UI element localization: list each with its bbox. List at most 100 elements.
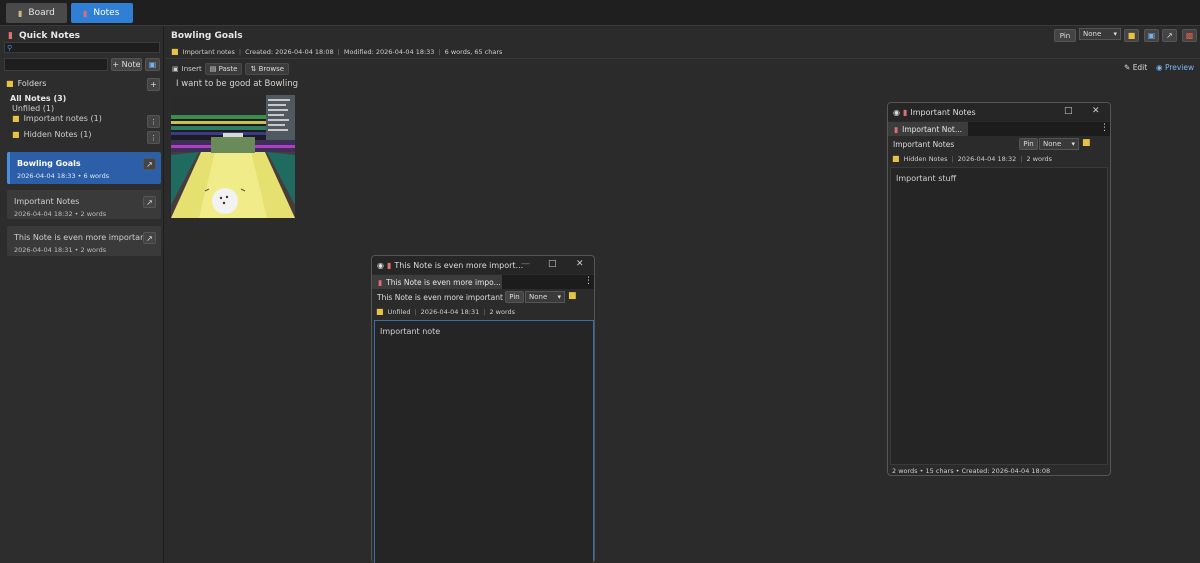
- note-card-meta: 2026-04-04 18:33 • 6 words: [17, 172, 110, 180]
- trash-icon: ▩: [1185, 31, 1194, 40]
- note-icon: ▮: [386, 260, 392, 270]
- browse-button[interactable]: ⇅ Browse: [245, 63, 290, 75]
- window-folder[interactable]: Unfiled: [388, 308, 411, 316]
- window-editor[interactable]: Important stuff: [890, 167, 1108, 465]
- note-card-meta: 2026-04-04 18:31 • 2 words: [14, 246, 107, 254]
- open-note-button[interactable]: ↗: [143, 196, 156, 208]
- open-note-button[interactable]: ↗: [143, 232, 156, 244]
- floating-window-even-more-important: ◉ ▮ This Note is even more import... — □…: [371, 255, 595, 563]
- note-card-title: This Note is even more important: [14, 233, 149, 242]
- insert-toolbar: ▣ Insert ▤ Paste ⇅ Browse: [172, 63, 290, 75]
- window-title-input[interactable]: This Note is even more important: [374, 291, 504, 303]
- note-stats: 6 words, 65 chars: [444, 47, 503, 56]
- tree-unfiled[interactable]: Unfiled (1): [12, 104, 54, 113]
- search-input[interactable]: [4, 42, 160, 53]
- meta-separator: |: [1020, 154, 1023, 163]
- popout-button[interactable]: ↗: [1162, 29, 1177, 42]
- note-card-title: Important Notes: [14, 197, 80, 206]
- close-icon[interactable]: ✕: [1092, 106, 1100, 116]
- more-vertical-icon: ⋮: [150, 117, 157, 126]
- chevron-down-icon: ▾: [1071, 140, 1075, 148]
- app-icon: ◉: [377, 260, 384, 270]
- tab-notes-label: Notes: [93, 8, 120, 18]
- note-icon: ▮: [902, 107, 908, 117]
- open-window-button[interactable]: ▣: [145, 58, 160, 71]
- note-card[interactable]: This Note is even more important 2026-04…: [7, 226, 161, 256]
- more-vertical-icon[interactable]: ⋮: [1100, 123, 1109, 133]
- window-tab-label: Important Not...: [902, 124, 962, 134]
- note-icon: ▮: [8, 31, 13, 41]
- folder-open-icon: ⇅: [250, 65, 257, 73]
- new-note-button[interactable]: + Note: [111, 58, 142, 71]
- tree-folder-important[interactable]: ■ Important notes (1): [12, 114, 102, 123]
- top-tab-bar: [0, 0, 1200, 26]
- note-title[interactable]: Bowling Goals: [171, 31, 243, 41]
- folder-icon[interactable]: ■: [1082, 138, 1091, 148]
- color-select[interactable]: None ▾: [1079, 28, 1121, 40]
- new-note-title-input[interactable]: [4, 58, 108, 71]
- note-card-title: Bowling Goals: [17, 159, 81, 168]
- window-folder[interactable]: Hidden Notes: [904, 155, 948, 163]
- window-titlebar[interactable]: ◉ ▮ This Note is even more import...: [372, 256, 594, 274]
- more-vertical-icon[interactable]: ⋮: [584, 276, 593, 286]
- pin-button[interactable]: Pin: [505, 291, 524, 303]
- floating-window-important-notes: ◉ ▮ Important Notes □ ✕ ▮ Important Not.…: [887, 102, 1111, 476]
- paste-button[interactable]: ▤ Paste: [204, 63, 243, 75]
- paste-label: Paste: [218, 65, 238, 73]
- window-tabstrip: ▮ Important Not... ⋮: [888, 122, 1110, 136]
- color-select[interactable]: None ▾: [525, 291, 565, 303]
- window-date: 2026-04-04 18:31: [420, 307, 480, 316]
- folder-icon: ■: [12, 114, 20, 123]
- pin-button[interactable]: Pin: [1054, 29, 1076, 42]
- browse-label: Browse: [258, 65, 285, 73]
- color-select[interactable]: None ▾: [1039, 138, 1079, 150]
- note-card[interactable]: Bowling Goals 2026-04-04 18:33 • 6 words…: [7, 152, 161, 184]
- tab-notes[interactable]: ▮ Notes: [71, 3, 133, 23]
- window-tab[interactable]: ▮ Important Not...: [888, 122, 968, 136]
- external-link-icon: ↗: [1166, 31, 1173, 40]
- note-folder[interactable]: Important notes: [183, 48, 235, 56]
- delete-button[interactable]: ▩: [1182, 29, 1197, 42]
- open-window-button[interactable]: ▣: [1144, 29, 1159, 42]
- search-icon: ⚲: [7, 44, 13, 52]
- move-folder-button[interactable]: ■: [1124, 29, 1139, 42]
- close-icon[interactable]: ✕: [576, 259, 584, 269]
- bowling-image: [171, 95, 295, 218]
- window-editor-text: Important note: [380, 327, 441, 336]
- meta-separator: |: [238, 47, 242, 56]
- meta-separator: |: [414, 307, 417, 316]
- note-created: Created: 2026-04-04 18:08: [245, 47, 334, 56]
- tree-folder-hidden[interactable]: ■ Hidden Notes (1): [12, 130, 91, 139]
- note-icon: ▮: [894, 124, 899, 134]
- open-note-button[interactable]: ↗: [143, 158, 156, 170]
- edit-tab[interactable]: ✎ Edit: [1124, 63, 1147, 72]
- window-tabstrip: ▮ This Note is even more impo... ⋮: [372, 275, 594, 289]
- note-card[interactable]: Important Notes 2026-04-04 18:32 • 2 wor…: [7, 190, 161, 219]
- window-status: 2 words • 15 chars • Created: 2026-04-04…: [892, 467, 1051, 475]
- maximize-icon[interactable]: □: [1064, 106, 1073, 116]
- folder-menu-button[interactable]: ⋮: [147, 115, 160, 128]
- window-tab[interactable]: ▮ This Note is even more impo...: [372, 275, 502, 289]
- add-folder-button[interactable]: +: [147, 78, 160, 91]
- preview-tab[interactable]: ◉ Preview: [1156, 63, 1194, 72]
- folder-menu-button[interactable]: ⋮: [147, 131, 160, 144]
- sidebar-title-text: Quick Notes: [18, 31, 81, 41]
- tab-board[interactable]: ▮ Board: [6, 3, 67, 23]
- more-vertical-icon: ⋮: [150, 133, 157, 142]
- maximize-icon[interactable]: □: [548, 259, 557, 269]
- window-editor[interactable]: Important note: [374, 320, 594, 563]
- note-modified: Modified: 2026-04-04 18:33: [343, 47, 435, 56]
- folder-icon[interactable]: ■: [568, 291, 577, 301]
- window-title-input[interactable]: Important Notes: [890, 138, 1018, 150]
- minimize-icon[interactable]: —: [521, 259, 530, 269]
- note-icon: ▮: [83, 8, 88, 18]
- clipboard-icon: ▤: [209, 65, 217, 73]
- window-title: Important Notes: [910, 107, 976, 117]
- folder-icon: ■: [6, 79, 14, 88]
- pin-button[interactable]: Pin: [1019, 138, 1038, 150]
- chevron-down-icon: ▾: [557, 293, 561, 301]
- window-words: 2 words: [489, 307, 516, 316]
- window-titlebar[interactable]: ◉ ▮ Important Notes: [888, 103, 1110, 121]
- tree-all-notes[interactable]: All Notes (3): [10, 94, 66, 103]
- folder-icon: ■: [1127, 31, 1136, 40]
